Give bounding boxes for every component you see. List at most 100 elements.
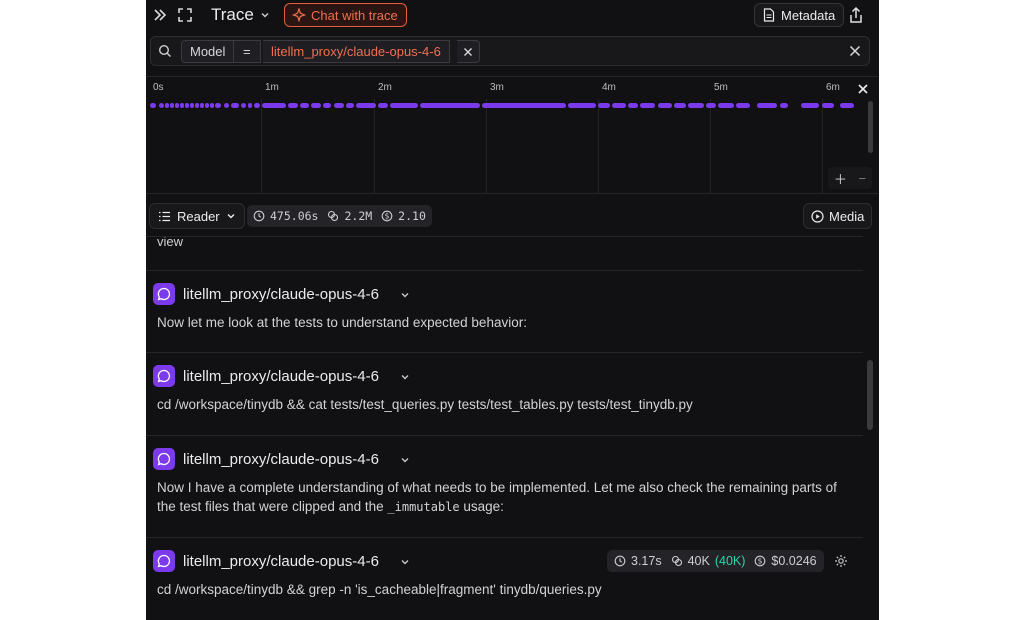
list-item[interactable]: litellm_proxy/claude-opus-4-6 cd /worksp… <box>146 353 863 436</box>
chevron-down-icon[interactable] <box>400 455 410 465</box>
media-button[interactable]: Media <box>803 203 873 229</box>
trace-tokens: 2.2M <box>344 209 373 223</box>
fullscreen-icon[interactable] <box>177 7 193 23</box>
timeline-span[interactable] <box>628 103 638 108</box>
timeline-span[interactable] <box>190 103 194 108</box>
timeline-span[interactable] <box>736 103 750 108</box>
list-item[interactable]: litellm_proxy/claude-opus-4-6 3.17s 40K … <box>146 538 863 620</box>
timeline-span[interactable] <box>231 103 239 108</box>
timeline-tick: 5m <box>714 82 728 93</box>
timeline-gridline <box>374 99 375 194</box>
message-text-part: usage: <box>459 499 504 514</box>
chat-with-trace-button[interactable]: Chat with trace <box>284 3 407 27</box>
timeline-span[interactable] <box>159 103 164 108</box>
zoom-out-icon[interactable]: − <box>859 171 867 186</box>
timeline-span[interactable] <box>311 103 321 108</box>
timeline-span[interactable] <box>420 103 480 108</box>
message-duration: 3.17s <box>631 554 662 568</box>
clock-icon <box>253 210 265 222</box>
timeline-span[interactable] <box>598 103 610 108</box>
timeline-span[interactable] <box>175 103 179 108</box>
timeline-span[interactable] <box>346 103 354 108</box>
trace-header: Trace Chat with trace Metadata <box>146 0 879 32</box>
message-cost: $0.0246 <box>771 554 817 568</box>
timeline-span[interactable] <box>180 103 184 108</box>
filter-value-chip[interactable]: litellm_proxy/claude-opus-4-6 <box>263 40 450 63</box>
list-item[interactable]: litellm_proxy/claude-opus-4-6 Now let me… <box>146 271 863 353</box>
timeline-gridline <box>261 99 262 194</box>
timeline-span[interactable] <box>165 103 169 108</box>
timeline-span[interactable] <box>215 103 221 108</box>
timeline-span[interactable] <box>200 103 204 108</box>
timeline-span[interactable] <box>262 103 286 108</box>
view-mode-dropdown[interactable]: Reader <box>149 203 245 229</box>
message-text: Now I have a complete understanding of w… <box>157 478 857 517</box>
timeline-span[interactable] <box>205 103 209 108</box>
timeline-span[interactable] <box>718 103 734 108</box>
dollar-icon: $ <box>381 210 393 222</box>
chat-label: Chat with trace <box>311 7 398 23</box>
timeline-span[interactable] <box>757 103 777 108</box>
timeline-span[interactable] <box>248 103 252 108</box>
timeline-tick: 6m <box>826 82 840 93</box>
chevron-down-icon[interactable] <box>400 290 410 300</box>
timeline-span[interactable] <box>840 103 854 108</box>
chevron-down-icon <box>260 10 270 20</box>
list-scrollbar[interactable] <box>867 360 873 430</box>
timeline-span[interactable] <box>195 103 199 108</box>
timeline-span[interactable] <box>334 103 344 108</box>
collapse-panel-icon[interactable] <box>152 7 168 23</box>
view-toolbar: Reader 475.06s 2.2M $ 2.10 Media <box>146 202 879 230</box>
timeline-span[interactable] <box>674 103 686 108</box>
model-name: litellm_proxy/claude-opus-4-6 <box>183 286 379 303</box>
chat-bubble-icon <box>153 550 175 572</box>
timeline-span[interactable] <box>224 103 229 108</box>
timeline-span[interactable] <box>323 103 331 108</box>
timeline-span[interactable] <box>241 103 246 108</box>
timeline-span[interactable] <box>688 103 704 108</box>
close-icon <box>852 83 874 95</box>
timeline-span[interactable] <box>254 103 260 108</box>
message-list[interactable]: view litellm_proxy/claude-opus-4-6 Now l… <box>146 236 863 620</box>
message-text: Now let me look at the tests to understa… <box>157 315 527 330</box>
list-item[interactable]: litellm_proxy/claude-opus-4-6 Now I have… <box>146 436 863 538</box>
timeline-span[interactable] <box>612 103 626 108</box>
timeline-span[interactable] <box>780 103 788 108</box>
timeline-span[interactable] <box>801 103 819 108</box>
gear-icon[interactable] <box>834 554 848 568</box>
search-icon <box>158 44 172 58</box>
timeline-span[interactable] <box>288 103 298 108</box>
timeline-scrollbar[interactable] <box>868 101 873 153</box>
timeline-span[interactable] <box>822 103 834 108</box>
sparkle-icon <box>292 8 306 22</box>
timeline-span[interactable] <box>356 103 376 108</box>
timeline-span[interactable] <box>643 103 655 108</box>
metadata-button[interactable]: Metadata <box>754 3 845 27</box>
trace-title-dropdown[interactable]: Trace <box>211 5 270 25</box>
timeline-span[interactable] <box>150 103 156 108</box>
timeline-span[interactable] <box>706 103 716 108</box>
model-name: litellm_proxy/claude-opus-4-6 <box>183 451 379 468</box>
zoom-in-icon[interactable]: ＋ <box>834 169 847 188</box>
view-mode-label: Reader <box>177 208 220 224</box>
trace-panel: Trace Chat with trace Metadata Model = l… <box>146 0 879 620</box>
timeline-span[interactable] <box>482 103 566 108</box>
chat-bubble-icon <box>153 448 175 470</box>
timeline-span[interactable] <box>185 103 189 108</box>
timeline[interactable]: 0s 1m 2m 3m 4m 5m 6m ＋ − <box>146 76 879 194</box>
timeline-span[interactable] <box>658 103 672 108</box>
remove-filter-button[interactable] <box>457 40 480 63</box>
clear-filters-icon[interactable] <box>849 45 861 57</box>
share-icon[interactable] <box>848 6 864 24</box>
close-timeline-button[interactable] <box>852 79 874 99</box>
timeline-span[interactable] <box>300 103 309 108</box>
timeline-span[interactable] <box>568 103 596 108</box>
filter-operator-chip[interactable]: = <box>234 40 261 63</box>
timeline-span[interactable] <box>378 103 388 108</box>
chevron-down-icon[interactable] <box>400 372 410 382</box>
timeline-span[interactable] <box>390 103 418 108</box>
chevron-down-icon[interactable] <box>400 557 410 567</box>
timeline-span[interactable] <box>170 103 174 108</box>
filter-key-chip[interactable]: Model <box>181 40 235 63</box>
timeline-span[interactable] <box>210 103 214 108</box>
